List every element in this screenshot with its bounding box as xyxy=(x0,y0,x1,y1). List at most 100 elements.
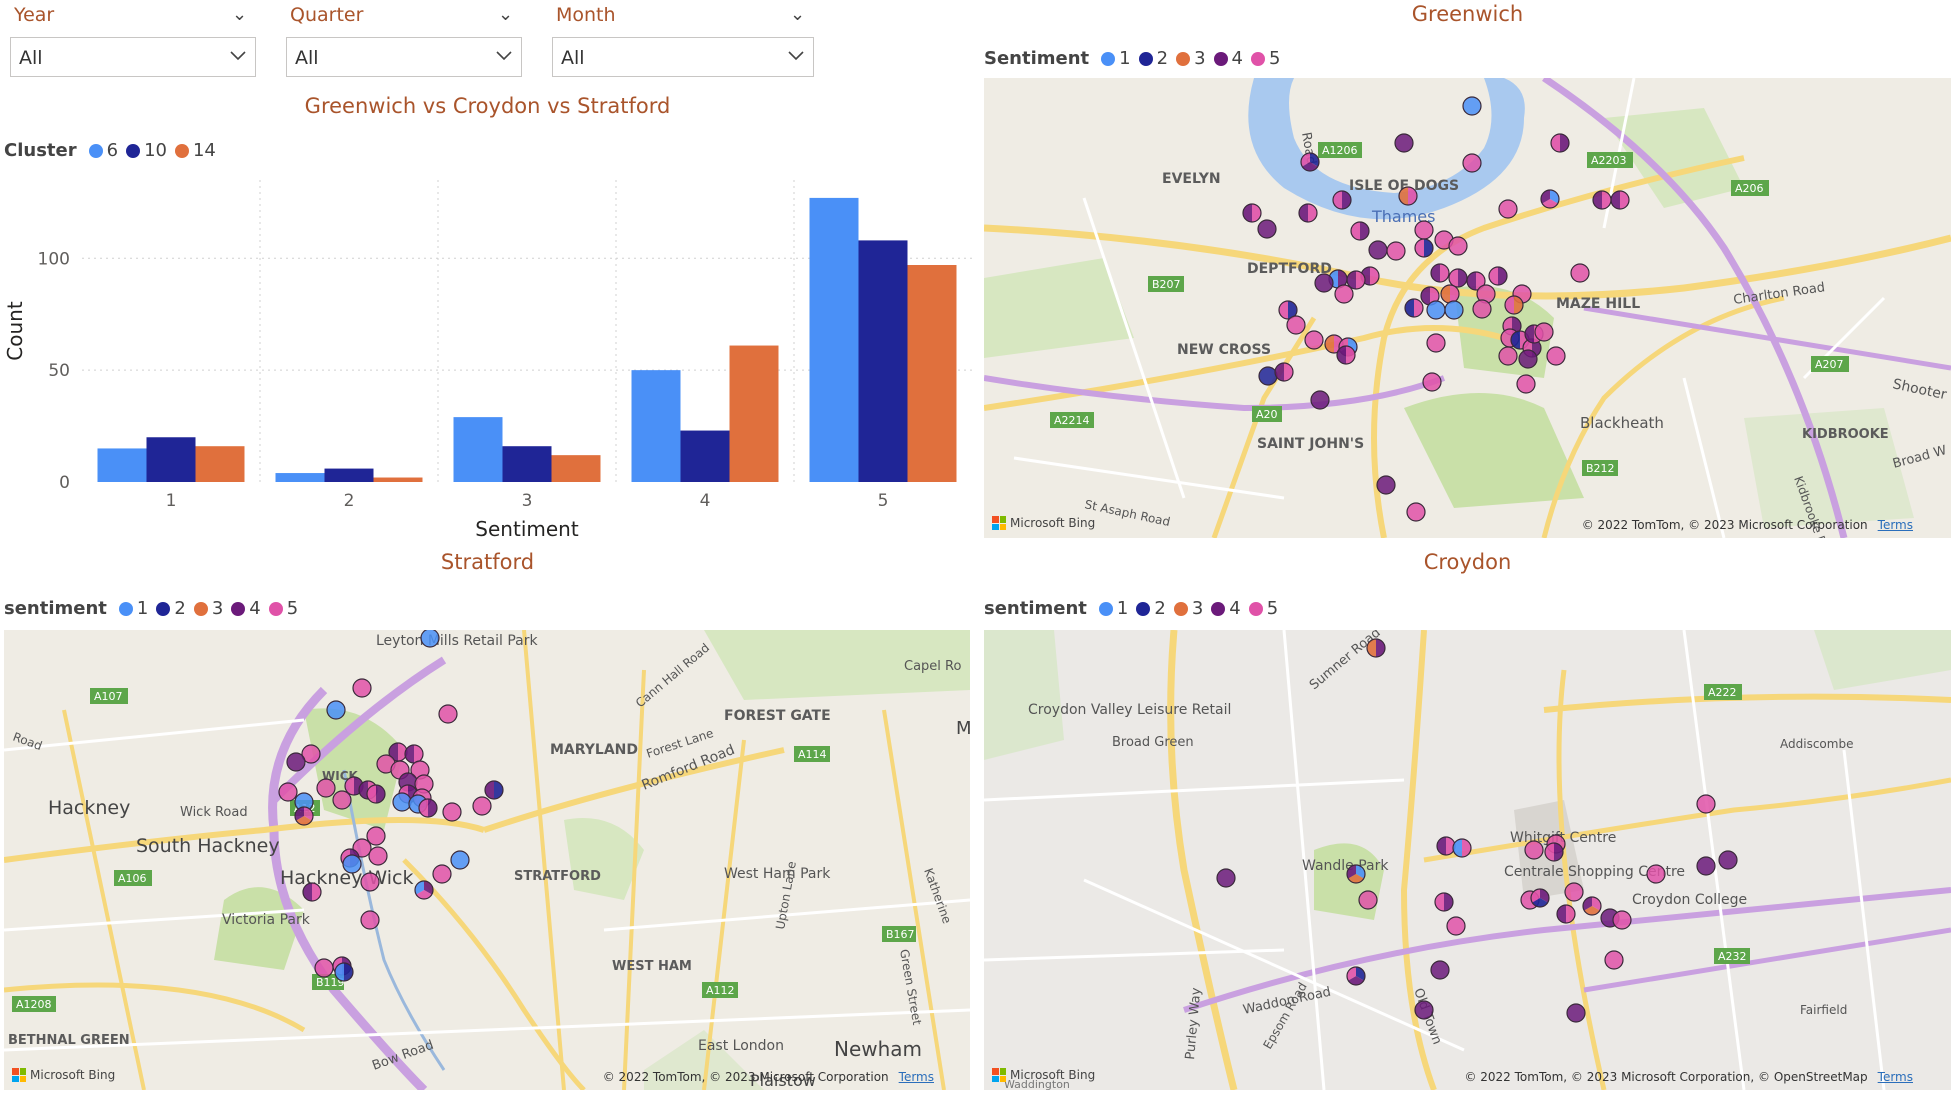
croydon-map[interactable]: Croydon Valley Leisure Retail Broad Gree… xyxy=(984,630,1951,1090)
map-point-marker[interactable] xyxy=(1426,333,1446,353)
bar-cluster-14-sentiment-5[interactable] xyxy=(907,265,957,482)
map-point-marker[interactable] xyxy=(1426,300,1446,320)
quarter-collapse-chevron-icon[interactable]: ⌄ xyxy=(498,4,513,25)
map-point-marker[interactable] xyxy=(302,882,322,902)
legend-item-sentiment-1[interactable]: 1 xyxy=(118,598,148,619)
map-point-marker[interactable] xyxy=(1646,864,1666,884)
map-point-marker[interactable] xyxy=(1498,346,1518,366)
map-point-marker[interactable] xyxy=(1314,273,1334,293)
map-point-marker[interactable] xyxy=(360,910,380,930)
map-point-marker[interactable] xyxy=(484,780,504,800)
legend-item-sentiment-3[interactable]: 3 xyxy=(1176,48,1206,69)
map-point-marker[interactable] xyxy=(326,700,346,720)
map-point-marker[interactable] xyxy=(1286,315,1306,335)
bar-cluster-10-sentiment-2[interactable] xyxy=(324,468,374,482)
map-point-marker[interactable] xyxy=(1436,836,1456,856)
bar-cluster-10-sentiment-3[interactable] xyxy=(502,446,552,482)
map-point-marker[interactable] xyxy=(1334,284,1354,304)
map-point-marker[interactable] xyxy=(314,958,334,978)
map-point-marker[interactable] xyxy=(1530,888,1550,908)
map-point-marker[interactable] xyxy=(1346,966,1366,986)
map-point-marker[interactable] xyxy=(1488,266,1508,286)
map-point-marker[interactable] xyxy=(1440,284,1460,304)
map-point-marker[interactable] xyxy=(1566,1003,1586,1023)
map-point-marker[interactable] xyxy=(1358,890,1378,910)
legend-item-sentiment-1[interactable]: 1 xyxy=(1098,598,1128,619)
map-point-marker[interactable] xyxy=(1242,203,1262,223)
map-point-marker[interactable] xyxy=(414,880,434,900)
map-point-marker[interactable] xyxy=(1298,203,1318,223)
map-point-marker[interactable] xyxy=(450,850,470,870)
croydon-map-canvas[interactable]: Croydon Valley Leisure Retail Broad Gree… xyxy=(984,630,1951,1090)
map-point-marker[interactable] xyxy=(1366,638,1386,658)
map-point-marker[interactable] xyxy=(1216,868,1236,888)
map-point-marker[interactable] xyxy=(1518,349,1538,369)
legend-item-sentiment-4[interactable]: 4 xyxy=(231,598,261,619)
map-point-marker[interactable] xyxy=(1570,263,1590,283)
legend-item-sentiment-4[interactable]: 4 xyxy=(1213,48,1243,69)
map-point-marker[interactable] xyxy=(342,854,362,874)
map-point-marker[interactable] xyxy=(472,796,492,816)
map-point-marker[interactable] xyxy=(1430,960,1450,980)
bar-cluster-14-sentiment-3[interactable] xyxy=(551,455,601,482)
map-point-marker[interactable] xyxy=(1350,221,1370,241)
map-point-marker[interactable] xyxy=(1610,190,1630,210)
bar-cluster-10-sentiment-1[interactable] xyxy=(146,437,196,482)
greenwich-map[interactable]: EVELYN ISLE OF DOGS Thames DEPTFORD MAZE… xyxy=(984,78,1951,538)
bar-cluster-10-sentiment-4[interactable] xyxy=(680,430,730,482)
map-point-marker[interactable] xyxy=(332,790,352,810)
map-point-marker[interactable] xyxy=(1430,263,1450,283)
map-point-marker[interactable] xyxy=(368,846,388,866)
map-point-marker[interactable] xyxy=(360,872,380,892)
bar-cluster-14-sentiment-4[interactable] xyxy=(729,345,779,482)
map-point-marker[interactable] xyxy=(1604,950,1624,970)
bar-cluster-6-sentiment-4[interactable] xyxy=(631,370,681,482)
map-point-marker[interactable] xyxy=(1274,362,1294,382)
legend-item-sentiment-2[interactable]: 2 xyxy=(1136,598,1166,619)
bar-cluster-6-sentiment-2[interactable] xyxy=(275,473,325,482)
map-point-marker[interactable] xyxy=(1336,345,1356,365)
map-point-marker[interactable] xyxy=(1582,896,1602,916)
map-point-marker[interactable] xyxy=(420,630,440,648)
legend-item-sentiment-5[interactable]: 5 xyxy=(1250,48,1280,69)
map-point-marker[interactable] xyxy=(1258,366,1278,386)
map-point-marker[interactable] xyxy=(1414,220,1434,240)
map-point-marker[interactable] xyxy=(1434,892,1454,912)
map-point-marker[interactable] xyxy=(1444,300,1464,320)
map-point-marker[interactable] xyxy=(278,782,298,802)
map-point-marker[interactable] xyxy=(1556,904,1576,924)
map-point-marker[interactable] xyxy=(1414,1000,1434,1020)
month-collapse-chevron-icon[interactable]: ⌄ xyxy=(790,4,805,25)
map-point-marker[interactable] xyxy=(1368,240,1388,260)
map-point-marker[interactable] xyxy=(1448,268,1468,288)
map-point-marker[interactable] xyxy=(1696,794,1716,814)
map-point-marker[interactable] xyxy=(418,798,438,818)
bar-cluster-6-sentiment-5[interactable] xyxy=(809,197,859,482)
month-dropdown[interactable]: All xyxy=(552,37,814,77)
map-point-marker[interactable] xyxy=(404,744,424,764)
map-point-marker[interactable] xyxy=(334,962,354,982)
map-point-marker[interactable] xyxy=(294,806,314,826)
map-point-marker[interactable] xyxy=(1540,189,1560,209)
map-point-marker[interactable] xyxy=(366,784,386,804)
year-collapse-chevron-icon[interactable]: ⌄ xyxy=(232,4,247,25)
map-point-marker[interactable] xyxy=(1332,190,1352,210)
legend-item-sentiment-1[interactable]: 1 xyxy=(1101,48,1131,69)
map-point-marker[interactable] xyxy=(1498,199,1518,219)
map-point-marker[interactable] xyxy=(1300,152,1320,172)
map-point-marker[interactable] xyxy=(1546,346,1566,366)
bar-cluster-10-sentiment-5[interactable] xyxy=(858,240,908,482)
map-point-marker[interactable] xyxy=(1448,236,1468,256)
map-point-marker[interactable] xyxy=(286,752,306,772)
map-point-marker[interactable] xyxy=(1544,842,1564,862)
legend-item-sentiment-2[interactable]: 2 xyxy=(156,598,186,619)
map-point-marker[interactable] xyxy=(1414,238,1434,258)
map-point-marker[interactable] xyxy=(1304,330,1324,350)
legend-item-sentiment-3[interactable]: 3 xyxy=(193,598,223,619)
map-point-marker[interactable] xyxy=(1550,133,1570,153)
map-point-marker[interactable] xyxy=(316,778,336,798)
bar-cluster-6-sentiment-1[interactable] xyxy=(97,448,147,482)
map-point-marker[interactable] xyxy=(392,792,412,812)
map-point-marker[interactable] xyxy=(1398,186,1418,206)
map-point-marker[interactable] xyxy=(1257,219,1277,239)
